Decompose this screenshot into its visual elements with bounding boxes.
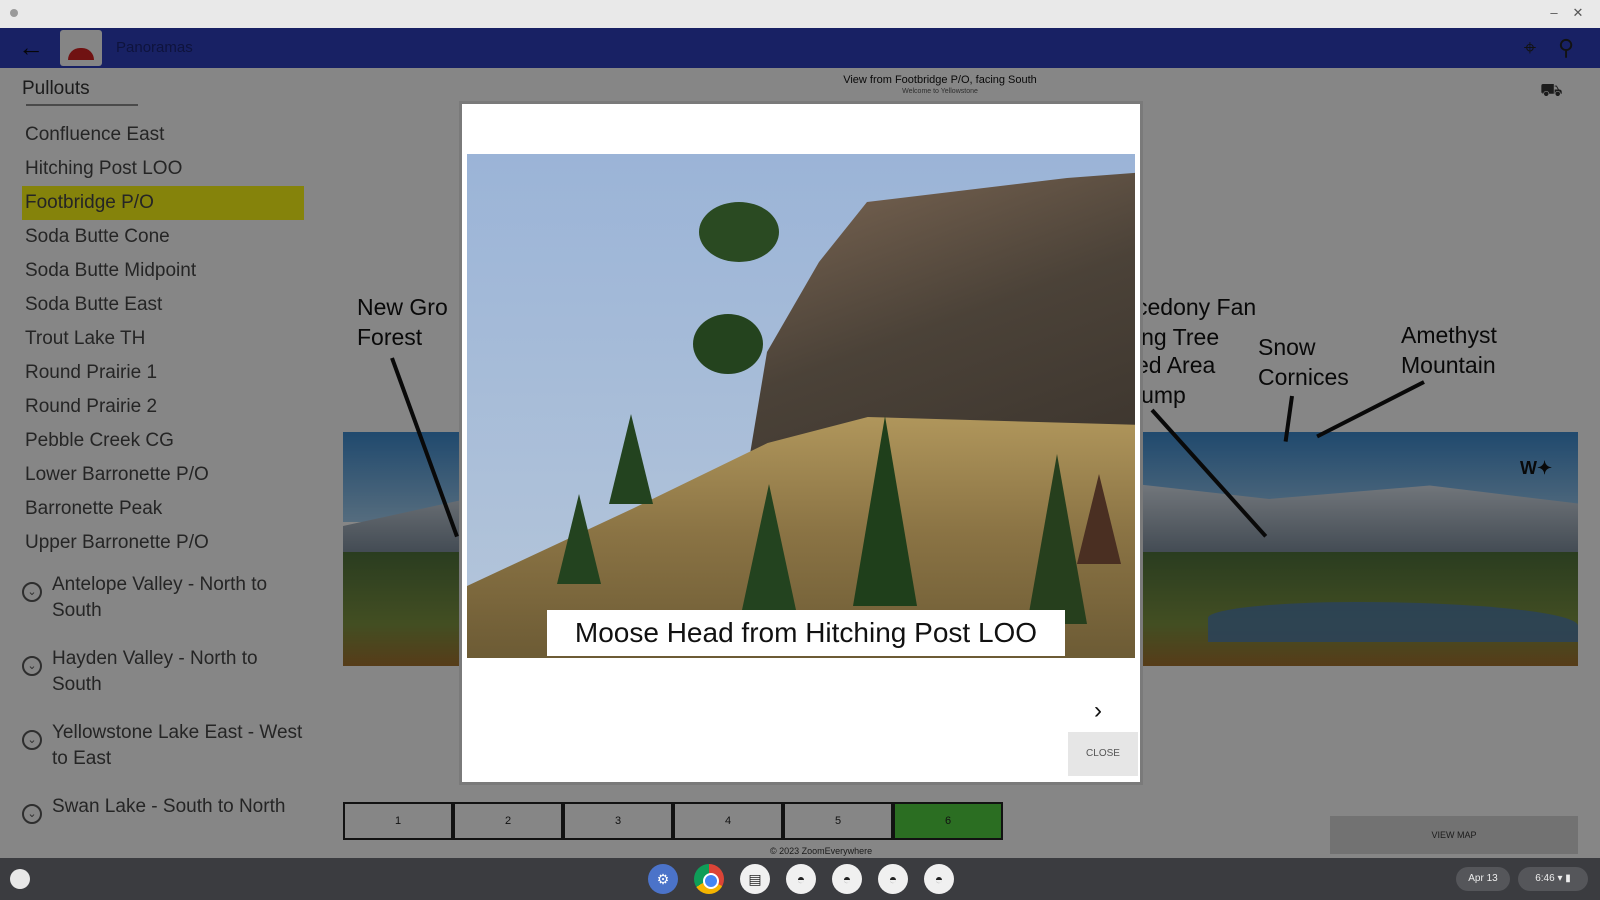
app-icon[interactable]: ◓ [786,864,816,894]
close-icon[interactable]: ✕ [1570,5,1586,21]
files-icon[interactable]: ▤ [740,864,770,894]
date-indicator[interactable]: Apr 13 [1456,867,1510,891]
minimize-icon[interactable]: – [1546,5,1562,21]
app-icon[interactable]: ◓ [832,864,862,894]
app-icon[interactable]: ◓ [878,864,908,894]
chrome-icon[interactable] [694,864,724,894]
photo-dialog: Moose Head from Hitching Post LOO › CLOS… [462,104,1140,782]
app-icon[interactable]: ◓ [924,864,954,894]
system-shelf: ⚙ ▤ ◓ ◓ ◓ ◓ Apr 13 6:46 ▾ ▮ [0,858,1600,900]
close-button[interactable]: CLOSE [1068,732,1138,776]
window-titlebar: – ✕ [0,0,1600,28]
status-tray[interactable]: 6:46 ▾ ▮ [1518,867,1588,891]
photo-caption: Moose Head from Hitching Post LOO [547,610,1065,656]
window-menu-icon[interactable] [10,9,18,17]
settings-icon[interactable]: ⚙ [648,864,678,894]
launcher-icon[interactable] [10,869,30,889]
clock-text: 6:46 [1535,873,1555,884]
dialog-photo: Moose Head from Hitching Post LOO [467,154,1135,658]
chevron-right-icon[interactable]: › [1084,698,1112,726]
